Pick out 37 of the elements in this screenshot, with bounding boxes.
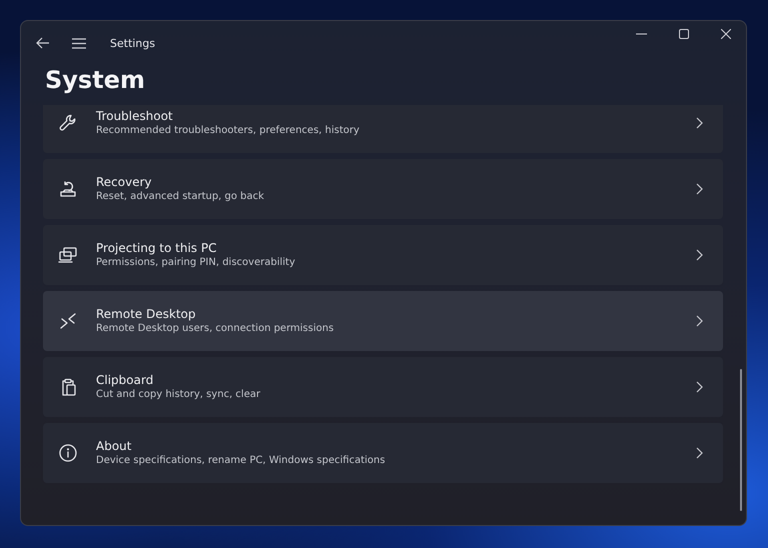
- settings-item[interactable]: Remote Desktop Remote Desktop users, connection permissions: [43, 291, 723, 351]
- settings-item[interactable]: Troubleshoot Recommended troubleshooters, preferences, history: [43, 105, 723, 153]
- close-icon[interactable]: [721, 29, 731, 39]
- chevron-icon: [696, 183, 703, 195]
- menu-icon[interactable]: [72, 38, 86, 48]
- window-title: Settings: [110, 36, 156, 50]
- item-description: Device specifications, rename PC, Windows specifications: [96, 454, 386, 468]
- chevron-icon: [696, 381, 703, 393]
- wrench-icon: [58, 113, 78, 133]
- chevron-icon: [696, 315, 703, 327]
- settings-item[interactable]: About Device specifications, rename PC, Windows specifications: [43, 423, 723, 483]
- settings-item[interactable]: Clipboard Cut and copy history, sync, clear: [43, 357, 723, 417]
- chevron-icon: [696, 447, 703, 459]
- chevron-icon: [696, 249, 703, 261]
- monitors-icon: [58, 245, 78, 265]
- item-title: Remote Desktop: [96, 306, 197, 322]
- minimize-icon[interactable]: [636, 33, 647, 35]
- item-title: About: [96, 438, 132, 454]
- settings-item[interactable]: Recovery Reset, advanced startup, go back: [43, 159, 723, 219]
- settings-item[interactable]: Projecting to this PC Permissions, pairing PIN, discoverability: [43, 225, 723, 285]
- item-description: Permissions, pairing PIN, discoverability: [96, 256, 296, 270]
- recovery-icon: [58, 179, 78, 199]
- scrollbar[interactable]: [740, 369, 742, 511]
- maximize-icon[interactable]: [679, 29, 689, 39]
- item-title: Projecting to this PC: [96, 240, 218, 256]
- page-heading: System: [45, 65, 146, 96]
- item-description: Recommended troubleshooters, preferences, history: [96, 124, 360, 138]
- remote-desktop-icon: [58, 311, 78, 331]
- item-title: Troubleshoot: [96, 108, 174, 124]
- item-description: Reset, advanced startup, go back: [96, 190, 266, 204]
- item-title: Recovery: [96, 174, 153, 190]
- info-icon: [58, 443, 78, 463]
- back-icon[interactable]: [36, 37, 50, 49]
- chevron-icon: [696, 117, 703, 129]
- item-description: Cut and copy history, sync, clear: [96, 388, 262, 402]
- item-title: Clipboard: [96, 372, 154, 388]
- item-description: Remote Desktop users, connection permissions: [96, 322, 335, 336]
